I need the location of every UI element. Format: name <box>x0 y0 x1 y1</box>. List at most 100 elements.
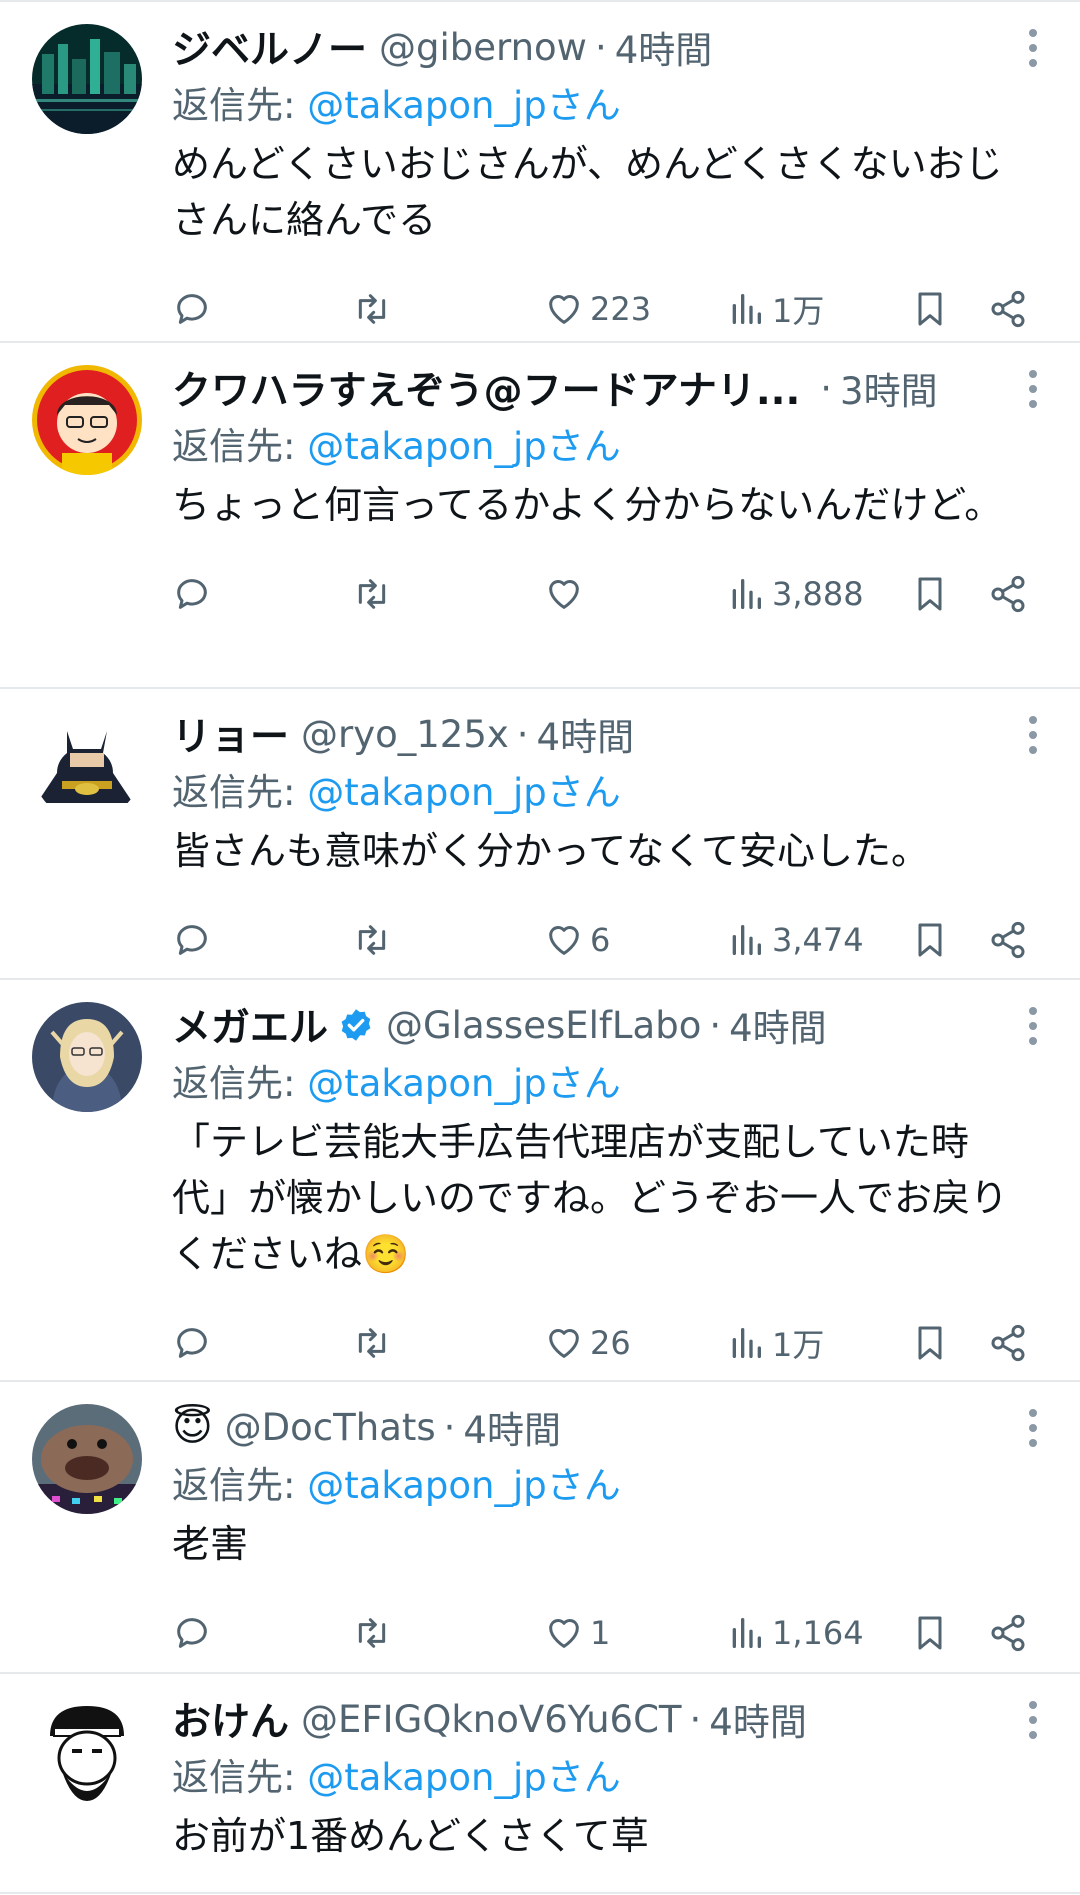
reply-to-mention[interactable]: @takapon_jpさん <box>307 1756 620 1799</box>
tweet[interactable]: ジベルノー @gibernow · 4時間 返信先: @takapon_jpさん… <box>0 0 1080 343</box>
views-button[interactable]: 1万 <box>726 274 824 344</box>
like-count: 6 <box>590 921 611 959</box>
timestamp[interactable]: 4時間 <box>463 1400 561 1454</box>
like-count: 26 <box>590 1324 631 1362</box>
avatar[interactable] <box>32 1404 142 1514</box>
more-options-icon[interactable] <box>1026 1698 1040 1746</box>
user-handle[interactable]: @EFIGQknoV6Yu6CT <box>301 1698 682 1741</box>
view-count: 1万 <box>772 1326 825 1364</box>
reply-to-mention[interactable]: @takapon_jpさん <box>307 1464 620 1507</box>
bookmark-button[interactable] <box>910 559 950 629</box>
reply-to-mention[interactable]: @takapon_jpさん <box>307 771 620 814</box>
views-button[interactable]: 1万 <box>726 1308 824 1378</box>
display-name[interactable]: メガエル <box>172 997 328 1053</box>
views-button[interactable]: 3,888 <box>726 559 864 629</box>
bookmark-button[interactable] <box>910 1598 950 1668</box>
view-count: 3,888 <box>772 575 864 613</box>
retweet-button[interactable] <box>352 274 392 344</box>
heart-icon <box>549 926 579 955</box>
reply-button[interactable] <box>172 274 212 344</box>
reply-context: 返信先: @takapon_jpさん <box>172 78 1020 134</box>
display-name[interactable]: おけん <box>172 1691 289 1747</box>
reply-button[interactable] <box>172 905 212 975</box>
views-button[interactable]: 3,474 <box>726 905 864 975</box>
timestamp[interactable]: 4時間 <box>615 20 713 74</box>
more-options-icon[interactable] <box>1026 713 1040 761</box>
retweet-button[interactable] <box>352 1598 392 1668</box>
tweet[interactable]: 😇 @DocThats · 4時間 返信先: @takapon_jpさん 老害 … <box>0 1382 1080 1674</box>
reply-context: 返信先: @takapon_jpさん <box>172 765 1020 821</box>
user-handle[interactable]: @ryo_125x <box>301 713 509 756</box>
more-options-icon[interactable] <box>1026 1004 1040 1052</box>
tweet[interactable]: メガエル @GlassesElfLabo · 4時間 返信先: @takapon… <box>0 980 1080 1382</box>
retweet-button[interactable] <box>352 905 392 975</box>
display-name[interactable]: ジベルノー <box>172 19 367 75</box>
bookmark-button[interactable] <box>910 905 950 975</box>
share-button[interactable] <box>988 274 1028 344</box>
retweet-button[interactable] <box>352 559 392 629</box>
reply-to-handle[interactable]: @takapon_jp <box>307 1062 546 1105</box>
analytics-icon <box>732 1618 761 1648</box>
tweet[interactable]: クワハラすえぞう@フードアナリ... · 3時間 返信先: @takapon_j… <box>0 343 1080 689</box>
user-handle[interactable]: @DocThats <box>225 1406 436 1449</box>
bookmark-icon <box>918 1616 942 1650</box>
separator-dot: · <box>516 712 529 756</box>
analytics-icon <box>732 925 761 955</box>
share-icon <box>991 1614 1025 1652</box>
share-button[interactable] <box>988 559 1028 629</box>
tweet-header: クワハラすえぞう@フードアナリ... · 3時間 <box>172 357 1020 419</box>
timestamp[interactable]: 4時間 <box>537 707 635 761</box>
retweet-button[interactable] <box>352 1308 392 1378</box>
reply-context: 返信先: @takapon_jpさん <box>172 1056 1020 1112</box>
display-name[interactable]: 😇 <box>172 1405 213 1450</box>
reply-to-handle[interactable]: @takapon_jp <box>307 84 546 127</box>
like-button[interactable] <box>544 559 590 629</box>
user-handle[interactable]: @gibernow <box>379 26 587 69</box>
reply-button[interactable] <box>172 1308 212 1378</box>
timestamp[interactable]: 4時間 <box>729 998 827 1052</box>
more-options-icon[interactable] <box>1026 26 1040 74</box>
avatar[interactable] <box>32 711 142 821</box>
tweet[interactable]: リョー @ryo_125x · 4時間 返信先: @takapon_jpさん 皆… <box>0 689 1080 980</box>
reply-to-handle[interactable]: @takapon_jp <box>307 1756 546 1799</box>
tweet-text: お前が1番めんどくさくて草 <box>172 1814 649 1858</box>
like-button[interactable]: 6 <box>544 905 610 975</box>
avatar[interactable] <box>32 1696 142 1806</box>
reply-to-mention[interactable]: @takapon_jpさん <box>307 84 620 127</box>
display-name[interactable]: リョー <box>172 706 289 762</box>
like-button[interactable]: 1 <box>544 1598 610 1668</box>
user-handle[interactable]: @GlassesElfLabo <box>386 1004 701 1047</box>
reply-suffix: さん <box>546 1756 621 1799</box>
more-options-icon[interactable] <box>1026 1406 1040 1454</box>
heart-icon <box>549 1329 579 1358</box>
reply-to-handle[interactable]: @takapon_jp <box>307 771 546 814</box>
timestamp[interactable]: 4時間 <box>709 1692 807 1746</box>
display-name[interactable]: クワハラすえぞう@フードアナリ... <box>172 360 800 416</box>
share-button[interactable] <box>988 905 1028 975</box>
reply-button[interactable] <box>172 559 212 629</box>
reply-to-mention[interactable]: @takapon_jpさん <box>307 1062 620 1105</box>
share-icon <box>991 921 1025 959</box>
like-button[interactable]: 223 <box>544 274 651 344</box>
tweet-header: リョー @ryo_125x · 4時間 <box>172 703 1020 765</box>
like-button[interactable]: 26 <box>544 1308 631 1378</box>
reply-prefix: 返信先: <box>172 771 308 814</box>
more-options-icon[interactable] <box>1026 367 1040 415</box>
avatar[interactable] <box>32 24 142 134</box>
timestamp[interactable]: 3時間 <box>840 361 938 415</box>
views-button[interactable]: 1,164 <box>726 1598 864 1668</box>
bookmark-button[interactable] <box>910 274 950 344</box>
reply-to-handle[interactable]: @takapon_jp <box>307 425 546 468</box>
bookmark-button[interactable] <box>910 1308 950 1378</box>
share-icon <box>991 575 1025 613</box>
tweet-header: メガエル @GlassesElfLabo · 4時間 <box>172 994 1020 1056</box>
retweet-icon <box>358 294 386 324</box>
tweet[interactable]: おけん @EFIGQknoV6Yu6CT · 4時間 返信先: @takapon… <box>0 1674 1080 1894</box>
avatar[interactable] <box>32 365 142 475</box>
reply-to-handle[interactable]: @takapon_jp <box>307 1464 546 1507</box>
avatar[interactable] <box>32 1002 142 1112</box>
reply-button[interactable] <box>172 1598 212 1668</box>
share-button[interactable] <box>988 1308 1028 1378</box>
reply-to-mention[interactable]: @takapon_jpさん <box>307 425 620 468</box>
share-button[interactable] <box>988 1598 1028 1668</box>
